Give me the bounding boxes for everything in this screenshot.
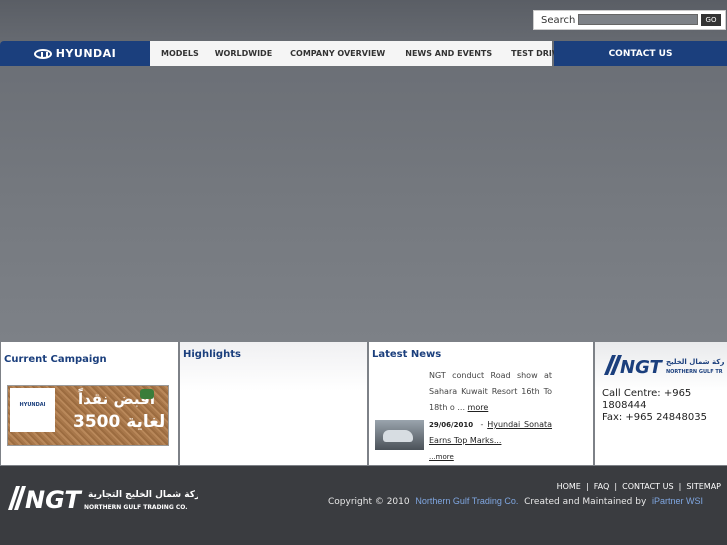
news-title: Latest News (372, 349, 442, 360)
campaign-brand: HYUNDAI (10, 388, 55, 432)
news-item-2-date: 29/06/2010 (429, 421, 474, 429)
call-centre: Call Centre: +965 1808444 (602, 388, 692, 411)
campaign-panel: Current Campaign HYUNDAI اقبض نقداً 3500… (1, 342, 178, 465)
news-thumbnail[interactable] (375, 420, 424, 450)
search-input[interactable] (578, 14, 698, 25)
search-box: Search GO (533, 10, 726, 30)
contact-panel: NGT شركة شمال الخليج NORTHERN GULF TR Ca… (595, 342, 727, 465)
main-nav: HYUNDAI MODELS WORLDWIDE COMPANY OVERVIE… (0, 41, 727, 66)
ngt-logo[interactable]: NGT شركة شمال الخليج NORTHERN GULF TR (604, 353, 724, 377)
nav-item-news-and-events[interactable]: NEWS AND EVENTS (405, 49, 492, 58)
news-item-1-text: NGT conduct Road show at Sahara Kuwait R… (429, 371, 552, 412)
news-panel: Latest News NGT conduct Road show at Sah… (369, 342, 593, 465)
highlights-panel: Highlights (180, 342, 367, 465)
svg-text:شركة شمال الخليج: شركة شمال الخليج (666, 358, 724, 366)
footer-link-faq[interactable]: FAQ (594, 482, 610, 491)
maintained-text: Created and Maintained by (524, 497, 647, 507)
menu-bar: MODELS WORLDWIDE COMPANY OVERVIEW NEWS A… (150, 41, 564, 66)
footer-ngt-logo[interactable]: NGT شركة شمال الخليج التجارية NORTHERN G… (8, 482, 198, 514)
brand-text: HYUNDAI (55, 47, 117, 60)
footer-links: HOME | FAQ | CONTACT US | SITEMAP (556, 482, 721, 491)
svg-text:NGT: NGT (25, 486, 82, 514)
search-go-button[interactable]: GO (701, 14, 721, 26)
news-item-2-more-link[interactable]: ...more (429, 453, 454, 461)
svg-text:شركة شمال الخليج التجارية: شركة شمال الخليج التجارية (88, 490, 198, 500)
footer-copyright: Copyright © 2010 Northern Gulf Trading C… (328, 496, 703, 507)
nav-item-contact-us[interactable]: CONTACT US (554, 41, 727, 66)
nav-item-models[interactable]: MODELS (161, 49, 199, 58)
svg-text:NORTHERN GULF TR: NORTHERN GULF TR (666, 369, 723, 375)
news-item-2: 29/06/2010 - Hyundai Sonata Earns Top Ma… (429, 420, 553, 461)
footer-link-sitemap[interactable]: SITEMAP (686, 482, 721, 491)
svg-text:NGT: NGT (620, 357, 664, 377)
fax-number: Fax: +965 24848035 (602, 412, 707, 423)
company-link[interactable]: Northern Gulf Trading Co. (415, 496, 518, 506)
footer-link-contact-us[interactable]: CONTACT US (622, 482, 673, 491)
copyright-text: Copyright © 2010 (328, 497, 410, 507)
footer-link-home[interactable]: HOME (557, 482, 581, 491)
contact-details: Call Centre: +965 1808444 Fax: +965 2484… (602, 388, 722, 424)
highlights-title: Highlights (183, 349, 241, 360)
campaign-badge-icon (140, 389, 154, 399)
search-label: Search (541, 14, 576, 26)
campaign-banner[interactable]: HYUNDAI اقبض نقداً 3500 لغاية (7, 385, 169, 446)
footer: NGT شركة شمال الخليج التجارية NORTHERN G… (0, 466, 727, 545)
nav-item-company-overview[interactable]: COMPANY OVERVIEW (290, 49, 385, 58)
svg-text:NORTHERN GULF TRADING CO.: NORTHERN GULF TRADING CO. (84, 504, 187, 511)
campaign-amount: 3500 لغاية (73, 412, 166, 432)
news-item-1: NGT conduct Road show at Sahara Kuwait R… (429, 368, 552, 416)
partner-link[interactable]: iPartner WSI (652, 496, 703, 506)
campaign-title: Current Campaign (4, 354, 107, 365)
nav-item-worldwide[interactable]: WORLDWIDE (215, 49, 272, 58)
news-item-1-more-link[interactable]: more (468, 403, 489, 412)
hyundai-emblem-icon (33, 48, 52, 59)
car-image-icon (383, 430, 413, 442)
hyundai-logo[interactable]: HYUNDAI (0, 41, 150, 66)
